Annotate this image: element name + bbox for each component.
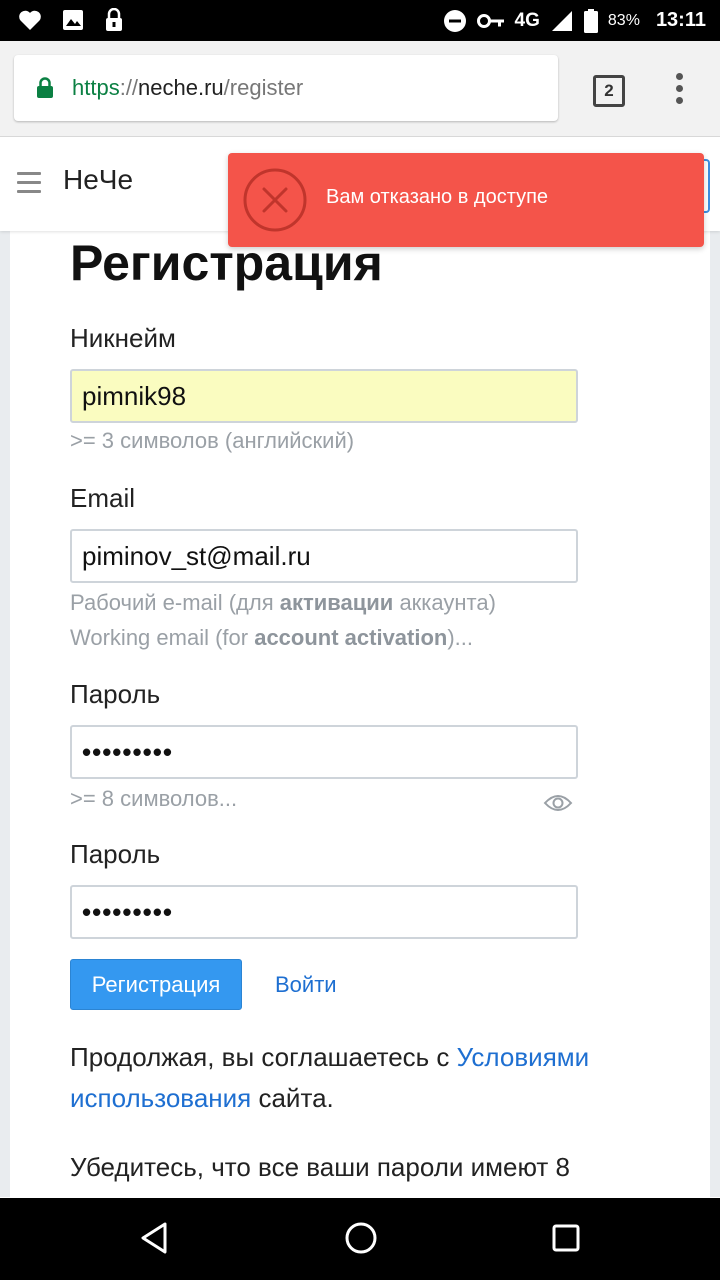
password-label: Пароль	[70, 679, 161, 709]
toast-message: Вам отказано в доступе	[326, 186, 549, 208]
password-hint: >= 8 символов...	[70, 786, 238, 811]
status-bar: 4G 83% 13:11	[0, 0, 720, 41]
email-hint-en: Working email (for account activation)..…	[70, 625, 474, 650]
vpn-key-icon	[476, 13, 504, 28]
password-note: Убедитесь, что все ваши пароли имеют 8	[70, 1152, 571, 1182]
tab-switcher-button[interactable]: 2	[593, 75, 625, 107]
email-label: Email	[70, 483, 136, 513]
browser-toolbar: https://neche.ru/register 2	[0, 41, 720, 137]
url-text: https://neche.ru/register	[72, 75, 304, 100]
hamburger-menu-icon[interactable]	[17, 172, 41, 194]
password-input[interactable]: •••••••••	[70, 725, 578, 779]
register-button[interactable]: Регистрация	[70, 959, 242, 1010]
lock-status-icon	[106, 8, 122, 31]
password-confirm-label: Пароль	[70, 839, 161, 869]
email-hint-ru: Рабочий e-mail (для активации аккаунта)	[70, 590, 496, 615]
site-brand[interactable]: НеЧе	[63, 164, 133, 196]
heart-icon	[19, 10, 41, 30]
error-toast[interactable]: Вам отказано в доступе	[228, 153, 704, 247]
secure-lock-icon	[37, 77, 53, 98]
recents-icon[interactable]	[551, 1223, 581, 1253]
login-link[interactable]: Войти	[275, 972, 337, 998]
more-menu-icon[interactable]	[672, 73, 686, 107]
show-password-eye-icon[interactable]	[543, 793, 573, 813]
network-type: 4G	[514, 9, 540, 31]
home-icon[interactable]	[343, 1220, 379, 1256]
nickname-hint: >= 3 символов (английский)	[70, 428, 355, 453]
terms-text: Продолжая, вы соглашаетесь с Условиями и…	[70, 1042, 590, 1113]
navigation-bar	[0, 1198, 720, 1280]
back-icon[interactable]	[138, 1220, 170, 1256]
error-x-icon	[243, 168, 307, 232]
nickname-input[interactable]: pimnik98	[70, 369, 578, 423]
page-viewport: НеЧе Регистрация Никнейм pimnik98 >= 3 с…	[0, 137, 720, 1197]
signal-icon	[551, 10, 572, 31]
nickname-label: Никнейм	[70, 323, 176, 353]
image-icon	[63, 10, 83, 30]
do-not-disturb-icon	[443, 9, 466, 32]
battery-percent: 83%	[607, 11, 640, 29]
email-input[interactable]: piminov_st@mail.ru	[70, 529, 578, 583]
battery-icon	[583, 8, 598, 33]
clock: 13:11	[655, 9, 706, 31]
address-bar[interactable]: https://neche.ru/register	[14, 55, 558, 121]
password-confirm-input[interactable]: •••••••••	[70, 885, 578, 939]
